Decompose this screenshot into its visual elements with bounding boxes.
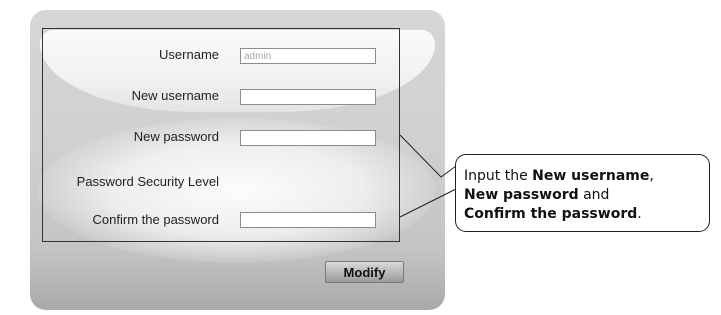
callout-prefix: Input the: [464, 168, 533, 184]
callout-sep-2: and: [578, 187, 610, 203]
callout-new-username: New username: [532, 168, 650, 184]
callout-end: .: [637, 206, 642, 222]
callout-sep-1: ,: [649, 168, 654, 184]
callout-line-3: Confirm the password.: [464, 205, 699, 224]
instruction-callout: Input the New username, New password and…: [455, 154, 710, 232]
callout-new-password: New password: [464, 187, 579, 203]
callout-line-1: Input the New username,: [464, 167, 699, 186]
callout-confirm-password: Confirm the password: [464, 206, 638, 222]
callout-line-2: New password and: [464, 186, 699, 205]
